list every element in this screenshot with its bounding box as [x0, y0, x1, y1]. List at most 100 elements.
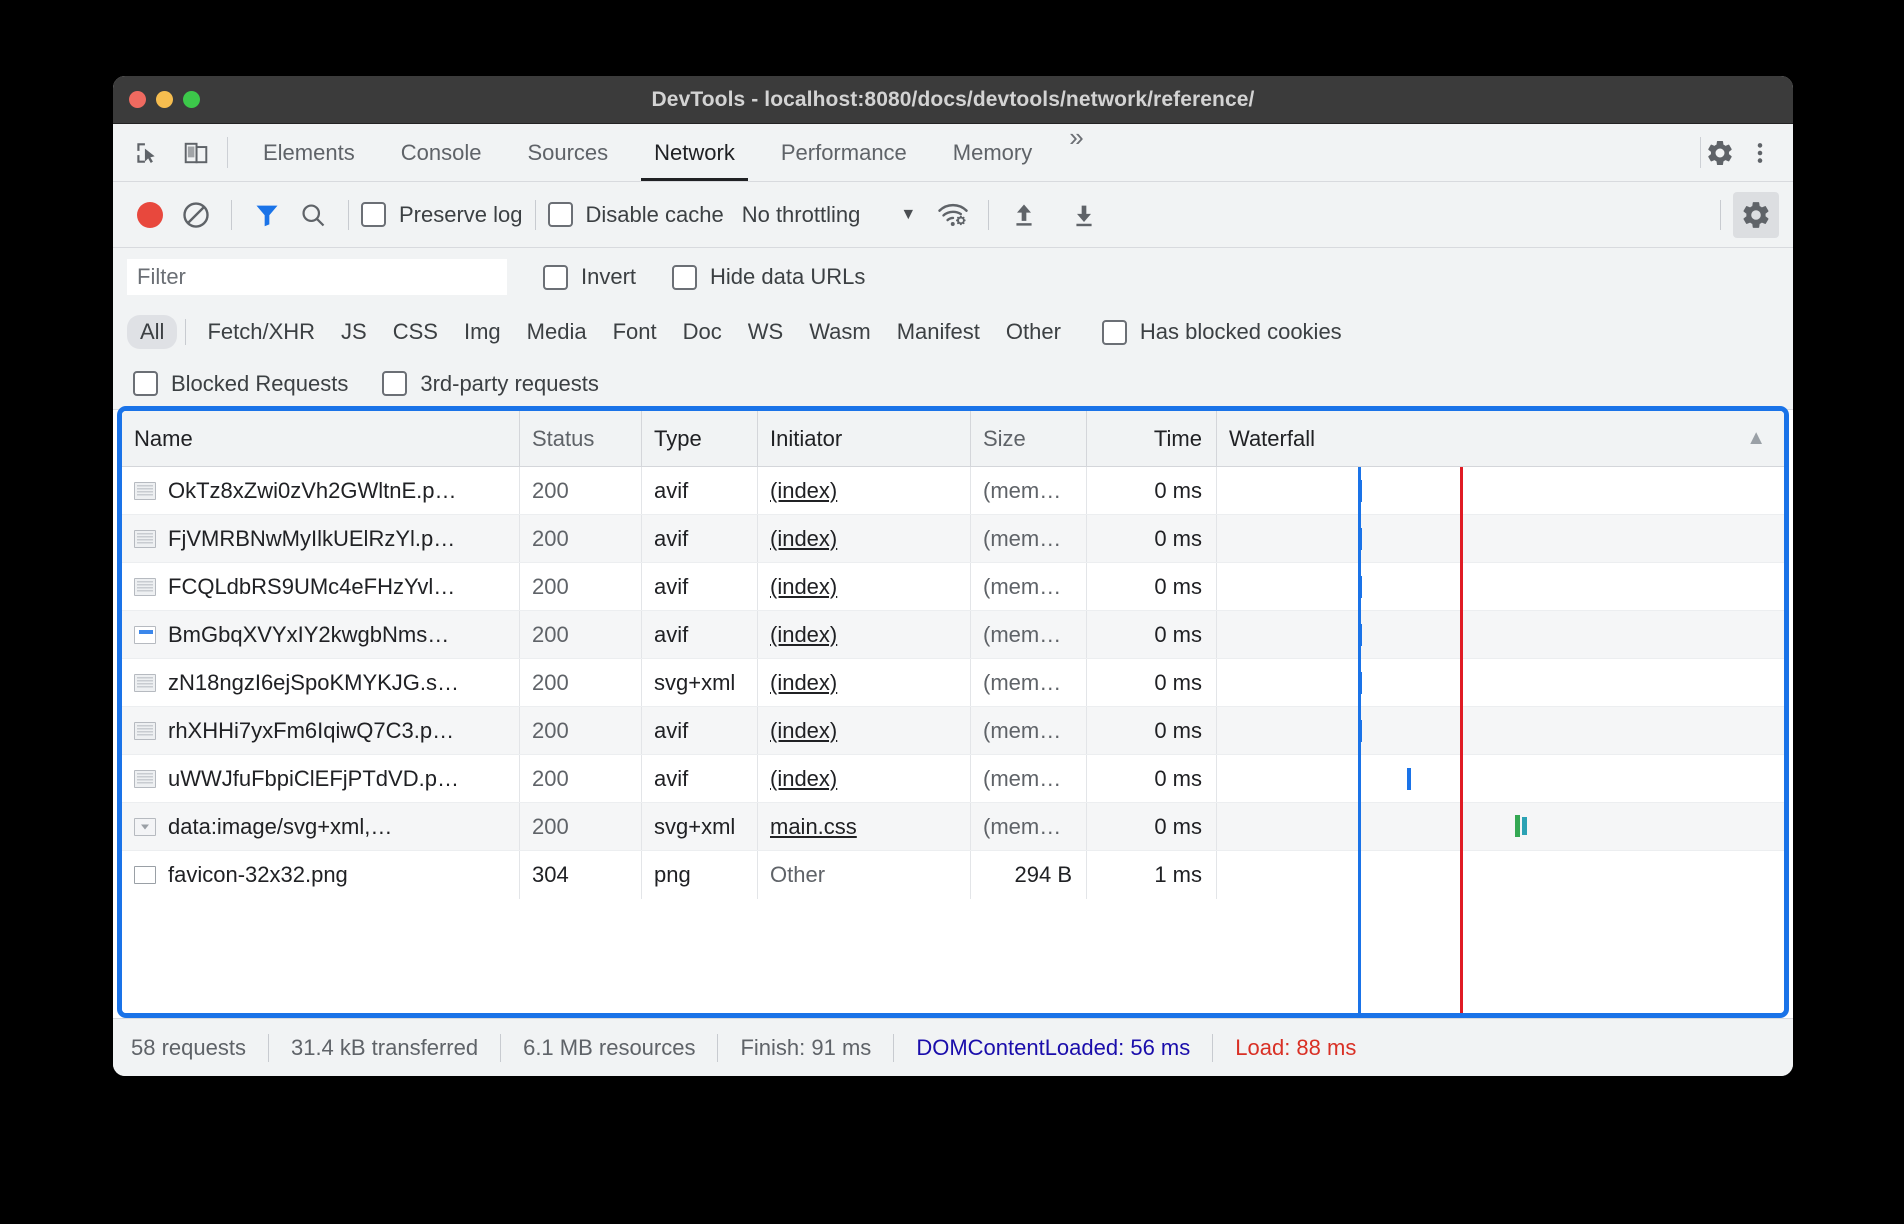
type-filter-img[interactable]: Img	[451, 315, 514, 349]
column-header-type[interactable]: Type	[642, 411, 758, 466]
import-har-icon[interactable]	[1001, 192, 1047, 238]
table-row[interactable]: rhXHHi7yxFm6IqiwQ7C3.p… 200 avif (index)…	[122, 707, 1784, 755]
column-header-waterfall[interactable]: Waterfall ▲	[1217, 411, 1784, 466]
table-row[interactable]: favicon-32x32.png 304 png Other 294 B 1 …	[122, 851, 1784, 899]
type-filter-media[interactable]: Media	[514, 315, 600, 349]
search-icon[interactable]	[290, 192, 336, 238]
more-tabs-icon[interactable]: »	[1055, 124, 1097, 181]
table-row[interactable]: FjVMRBNwMyIlkUElRzYl.p… 200 avif (index)…	[122, 515, 1784, 563]
table-row[interactable]: BmGbqXVYxIY2kwgbNms… 200 avif (index) (m…	[122, 611, 1784, 659]
request-name-cell[interactable]: zN18ngzI6ejSpoKMYKJG.s…	[122, 659, 520, 706]
request-name-cell[interactable]: OkTz8xZwi0zVh2GWltnE.p…	[122, 467, 520, 514]
image-file-icon	[134, 770, 156, 788]
initiator-link[interactable]: (index)	[770, 622, 837, 648]
type-filter-other[interactable]: Other	[993, 315, 1074, 349]
request-time: 0 ms	[1087, 659, 1217, 706]
request-name-cell[interactable]: favicon-32x32.png	[122, 851, 520, 899]
maximize-window-button[interactable]	[183, 91, 200, 108]
third-party-requests-checkbox[interactable]: 3rd-party requests	[382, 371, 599, 397]
request-initiator[interactable]: (index)	[758, 659, 971, 706]
table-row[interactable]: OkTz8xZwi0zVh2GWltnE.p… 200 avif (index)…	[122, 467, 1784, 515]
requests-table-header: Name Status Type Initiator Size Time Wat…	[122, 411, 1784, 467]
type-filter-wasm[interactable]: Wasm	[796, 315, 884, 349]
initiator-link[interactable]: main.css	[770, 814, 857, 840]
request-initiator[interactable]: (index)	[758, 755, 971, 802]
type-filter-ws[interactable]: WS	[735, 315, 796, 349]
tab-elements[interactable]: Elements	[240, 124, 378, 181]
request-waterfall	[1217, 515, 1784, 562]
column-header-name[interactable]: Name	[122, 411, 520, 466]
request-initiator[interactable]: (index)	[758, 467, 971, 514]
preserve-log-checkbox[interactable]: Preserve log	[361, 202, 523, 228]
has-blocked-cookies-box[interactable]	[1102, 320, 1127, 345]
initiator-link[interactable]: (index)	[770, 718, 837, 744]
waterfall-bar	[1358, 720, 1362, 742]
blocked-requests-checkbox[interactable]: Blocked Requests	[133, 371, 348, 397]
invert-checkbox[interactable]: Invert	[543, 264, 636, 290]
request-name-cell[interactable]: rhXHHi7yxFm6IqiwQ7C3.p…	[122, 707, 520, 754]
tab-console[interactable]: Console	[378, 124, 505, 181]
request-name: zN18ngzI6ejSpoKMYKJG.s…	[168, 670, 459, 696]
network-settings-gear-icon[interactable]	[1733, 192, 1779, 238]
filter-toggle-icon[interactable]	[244, 192, 290, 238]
invert-box[interactable]	[543, 265, 568, 290]
type-filter-all[interactable]: All	[127, 315, 177, 349]
request-initiator[interactable]: (index)	[758, 563, 971, 610]
request-type: avif	[642, 515, 758, 562]
throttling-dropdown[interactable]: No throttling ▼	[742, 202, 916, 228]
initiator-link[interactable]: (index)	[770, 478, 837, 504]
network-conditions-icon[interactable]	[930, 192, 976, 238]
inspect-element-icon[interactable]	[127, 134, 165, 172]
tab-network[interactable]: Network	[631, 124, 758, 181]
table-row[interactable]: zN18ngzI6ejSpoKMYKJG.s… 200 svg+xml (ind…	[122, 659, 1784, 707]
initiator-link[interactable]: (index)	[770, 670, 837, 696]
blocked-requests-box[interactable]	[133, 371, 158, 396]
more-options-icon[interactable]	[1741, 134, 1779, 172]
request-initiator[interactable]: (index)	[758, 515, 971, 562]
request-name-cell[interactable]: FjVMRBNwMyIlkUElRzYl.p…	[122, 515, 520, 562]
export-har-icon[interactable]	[1061, 192, 1107, 238]
request-name-cell[interactable]: FCQLdbRS9UMc4eFHzYvl…	[122, 563, 520, 610]
close-window-button[interactable]	[129, 91, 146, 108]
table-row[interactable]: data:image/svg+xml,… 200 svg+xml main.cs…	[122, 803, 1784, 851]
third-party-requests-box[interactable]	[382, 371, 407, 396]
type-filter-manifest[interactable]: Manifest	[884, 315, 993, 349]
request-initiator[interactable]: (index)	[758, 611, 971, 658]
device-toolbar-icon[interactable]	[177, 134, 215, 172]
tab-performance[interactable]: Performance	[758, 124, 930, 181]
request-initiator[interactable]: (index)	[758, 707, 971, 754]
record-button[interactable]	[127, 192, 173, 238]
initiator-text: Other	[770, 862, 825, 888]
initiator-link[interactable]: (index)	[770, 574, 837, 600]
initiator-link[interactable]: (index)	[770, 766, 837, 792]
settings-gear-icon[interactable]	[1701, 134, 1739, 172]
hide-data-urls-box[interactable]	[672, 265, 697, 290]
hide-data-urls-checkbox[interactable]: Hide data URLs	[672, 264, 865, 290]
type-filter-doc[interactable]: Doc	[670, 315, 735, 349]
type-filter-font[interactable]: Font	[600, 315, 670, 349]
clear-button[interactable]	[173, 192, 219, 238]
type-filter-js[interactable]: JS	[328, 315, 380, 349]
disable-cache-box[interactable]	[548, 202, 573, 227]
table-row[interactable]: uWWJfuFbpiClEFjPTdVD.p… 200 avif (index)…	[122, 755, 1784, 803]
request-status: 200	[520, 803, 642, 850]
minimize-window-button[interactable]	[156, 91, 173, 108]
initiator-link[interactable]: (index)	[770, 526, 837, 552]
request-initiator[interactable]: main.css	[758, 803, 971, 850]
column-header-time[interactable]: Time	[1087, 411, 1217, 466]
type-filter-fetch-xhr[interactable]: Fetch/XHR	[194, 315, 328, 349]
type-filter-css[interactable]: CSS	[380, 315, 451, 349]
table-row[interactable]: FCQLdbRS9UMc4eFHzYvl… 200 avif (index) (…	[122, 563, 1784, 611]
request-name-cell[interactable]: uWWJfuFbpiClEFjPTdVD.p…	[122, 755, 520, 802]
request-name-cell[interactable]: BmGbqXVYxIY2kwgbNms…	[122, 611, 520, 658]
column-header-size[interactable]: Size	[971, 411, 1087, 466]
preserve-log-box[interactable]	[361, 202, 386, 227]
disable-cache-checkbox[interactable]: Disable cache	[548, 202, 724, 228]
column-header-status[interactable]: Status	[520, 411, 642, 466]
tab-sources[interactable]: Sources	[504, 124, 631, 181]
request-name-cell[interactable]: data:image/svg+xml,…	[122, 803, 520, 850]
has-blocked-cookies-checkbox[interactable]: Has blocked cookies	[1102, 319, 1342, 345]
column-header-initiator[interactable]: Initiator	[758, 411, 971, 466]
tab-memory[interactable]: Memory	[930, 124, 1055, 181]
filter-input[interactable]	[127, 259, 507, 295]
